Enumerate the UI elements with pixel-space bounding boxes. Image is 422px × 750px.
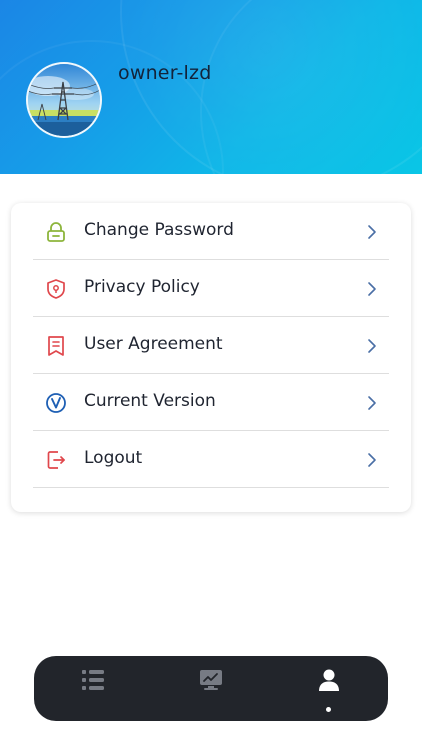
username: owner-lzd bbox=[118, 62, 212, 84]
logout-icon bbox=[45, 449, 67, 471]
chevron-right-icon bbox=[367, 338, 377, 354]
menu-item-label: Change Password bbox=[84, 220, 234, 240]
list-icon bbox=[82, 670, 104, 690]
menu-item-label: Current Version bbox=[84, 391, 216, 411]
menu-item-privacy-policy[interactable]: Privacy Policy bbox=[33, 260, 389, 317]
version-v-icon bbox=[45, 392, 67, 414]
avatar-power-tower-image bbox=[28, 64, 100, 136]
document-icon bbox=[45, 335, 67, 357]
menu-item-change-password[interactable]: Change Password bbox=[33, 203, 389, 260]
chevron-right-icon bbox=[367, 281, 377, 297]
nav-tab-list[interactable] bbox=[34, 656, 152, 721]
menu-item-label: User Agreement bbox=[84, 334, 223, 354]
chevron-right-icon bbox=[367, 452, 377, 468]
profile-header: owner-lzd bbox=[0, 0, 422, 174]
user-icon bbox=[319, 669, 339, 691]
settings-menu-card: Change Password Privacy Policy User Agre… bbox=[11, 203, 411, 512]
menu-item-user-agreement[interactable]: User Agreement bbox=[33, 317, 389, 374]
chevron-right-icon bbox=[367, 224, 377, 240]
shield-icon bbox=[45, 278, 67, 300]
menu-item-label: Privacy Policy bbox=[84, 277, 200, 297]
avatar[interactable] bbox=[26, 62, 102, 138]
active-tab-indicator bbox=[326, 707, 331, 712]
menu-item-label: Logout bbox=[84, 448, 143, 468]
menu-item-logout[interactable]: Logout bbox=[33, 431, 389, 488]
lock-icon bbox=[45, 221, 67, 243]
bottom-navigation-bar bbox=[34, 656, 388, 721]
nav-tab-profile[interactable] bbox=[270, 656, 388, 721]
chevron-right-icon bbox=[367, 395, 377, 411]
header-decoration bbox=[200, 0, 422, 174]
nav-tab-chart[interactable] bbox=[152, 656, 270, 721]
chart-icon bbox=[200, 670, 222, 690]
menu-item-current-version[interactable]: Current Version bbox=[33, 374, 389, 431]
